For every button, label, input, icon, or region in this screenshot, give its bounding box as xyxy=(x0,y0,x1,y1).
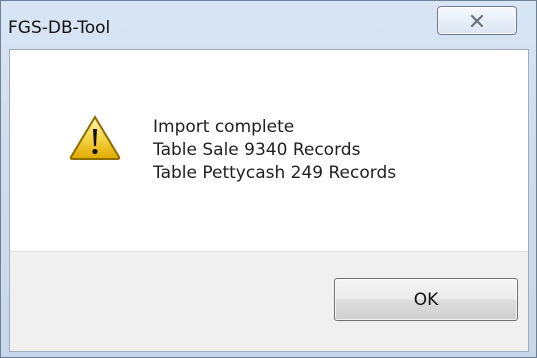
dialog-content: Import complete Table Sale 9340 Records … xyxy=(9,49,529,352)
ok-button[interactable]: OK xyxy=(334,278,518,321)
message-panel: Import complete Table Sale 9340 Records … xyxy=(10,50,528,251)
window-title: FGS-DB-Tool xyxy=(8,18,111,38)
dialog-window: FGS-DB-Tool Import complete Table Sale 9… xyxy=(0,0,537,358)
close-icon xyxy=(470,14,484,28)
message-line-2: Table Sale 9340 Records xyxy=(153,140,361,160)
warning-icon xyxy=(69,115,121,160)
message-line-3: Table Pettycash 249 Records xyxy=(153,163,397,183)
dialog-message: Import complete Table Sale 9340 Records … xyxy=(153,116,396,185)
message-line-1: Import complete xyxy=(153,117,295,137)
button-panel: OK xyxy=(10,251,528,351)
close-button[interactable] xyxy=(437,6,517,35)
